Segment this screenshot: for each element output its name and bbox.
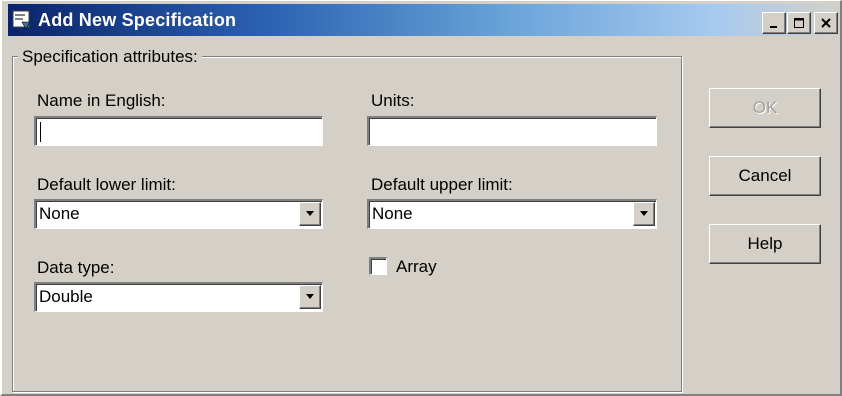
upper-limit-dropdown-button[interactable] xyxy=(633,202,655,226)
lower-limit-dropdown-button[interactable] xyxy=(299,202,321,226)
data-type-label: Data type: xyxy=(37,258,115,277)
upper-limit-value: None xyxy=(372,204,413,223)
name-label: Name in English: xyxy=(37,91,166,110)
data-type-dropdown-button[interactable] xyxy=(299,285,321,309)
ok-button[interactable]: OK xyxy=(709,88,821,128)
maximize-icon xyxy=(794,18,804,28)
units-input[interactable] xyxy=(367,116,657,146)
title-bar[interactable]: Add New Specification xyxy=(8,4,840,36)
chevron-down-icon xyxy=(640,211,648,216)
group-legend: Specification attributes: xyxy=(18,47,202,67)
units-label: Units: xyxy=(371,91,415,110)
data-type-select[interactable]: Double xyxy=(34,282,323,312)
lower-limit-value: None xyxy=(39,204,80,223)
close-button[interactable] xyxy=(814,12,838,34)
lower-limit-label: Default lower limit: xyxy=(37,175,176,194)
upper-limit-label: Default upper limit: xyxy=(371,175,513,194)
window-title: Add New Specification xyxy=(38,10,237,30)
chevron-down-icon xyxy=(306,211,314,216)
maximize-button[interactable] xyxy=(787,12,811,34)
cancel-button[interactable]: Cancel xyxy=(709,156,821,196)
minimize-icon xyxy=(770,26,777,28)
minimize-button[interactable] xyxy=(762,12,786,34)
lower-limit-select[interactable]: None xyxy=(34,199,323,229)
upper-limit-select[interactable]: None xyxy=(367,199,657,229)
app-icon xyxy=(12,10,31,30)
array-label[interactable]: Array xyxy=(396,257,437,277)
text-caret xyxy=(40,122,41,142)
name-input[interactable] xyxy=(34,116,323,146)
help-button[interactable]: Help xyxy=(709,224,821,264)
data-type-value: Double xyxy=(39,287,93,306)
array-checkbox[interactable] xyxy=(369,257,387,275)
dialog-window: Add New Specification Specification attr… xyxy=(0,0,842,396)
close-icon xyxy=(821,18,831,28)
chevron-down-icon xyxy=(306,294,314,299)
